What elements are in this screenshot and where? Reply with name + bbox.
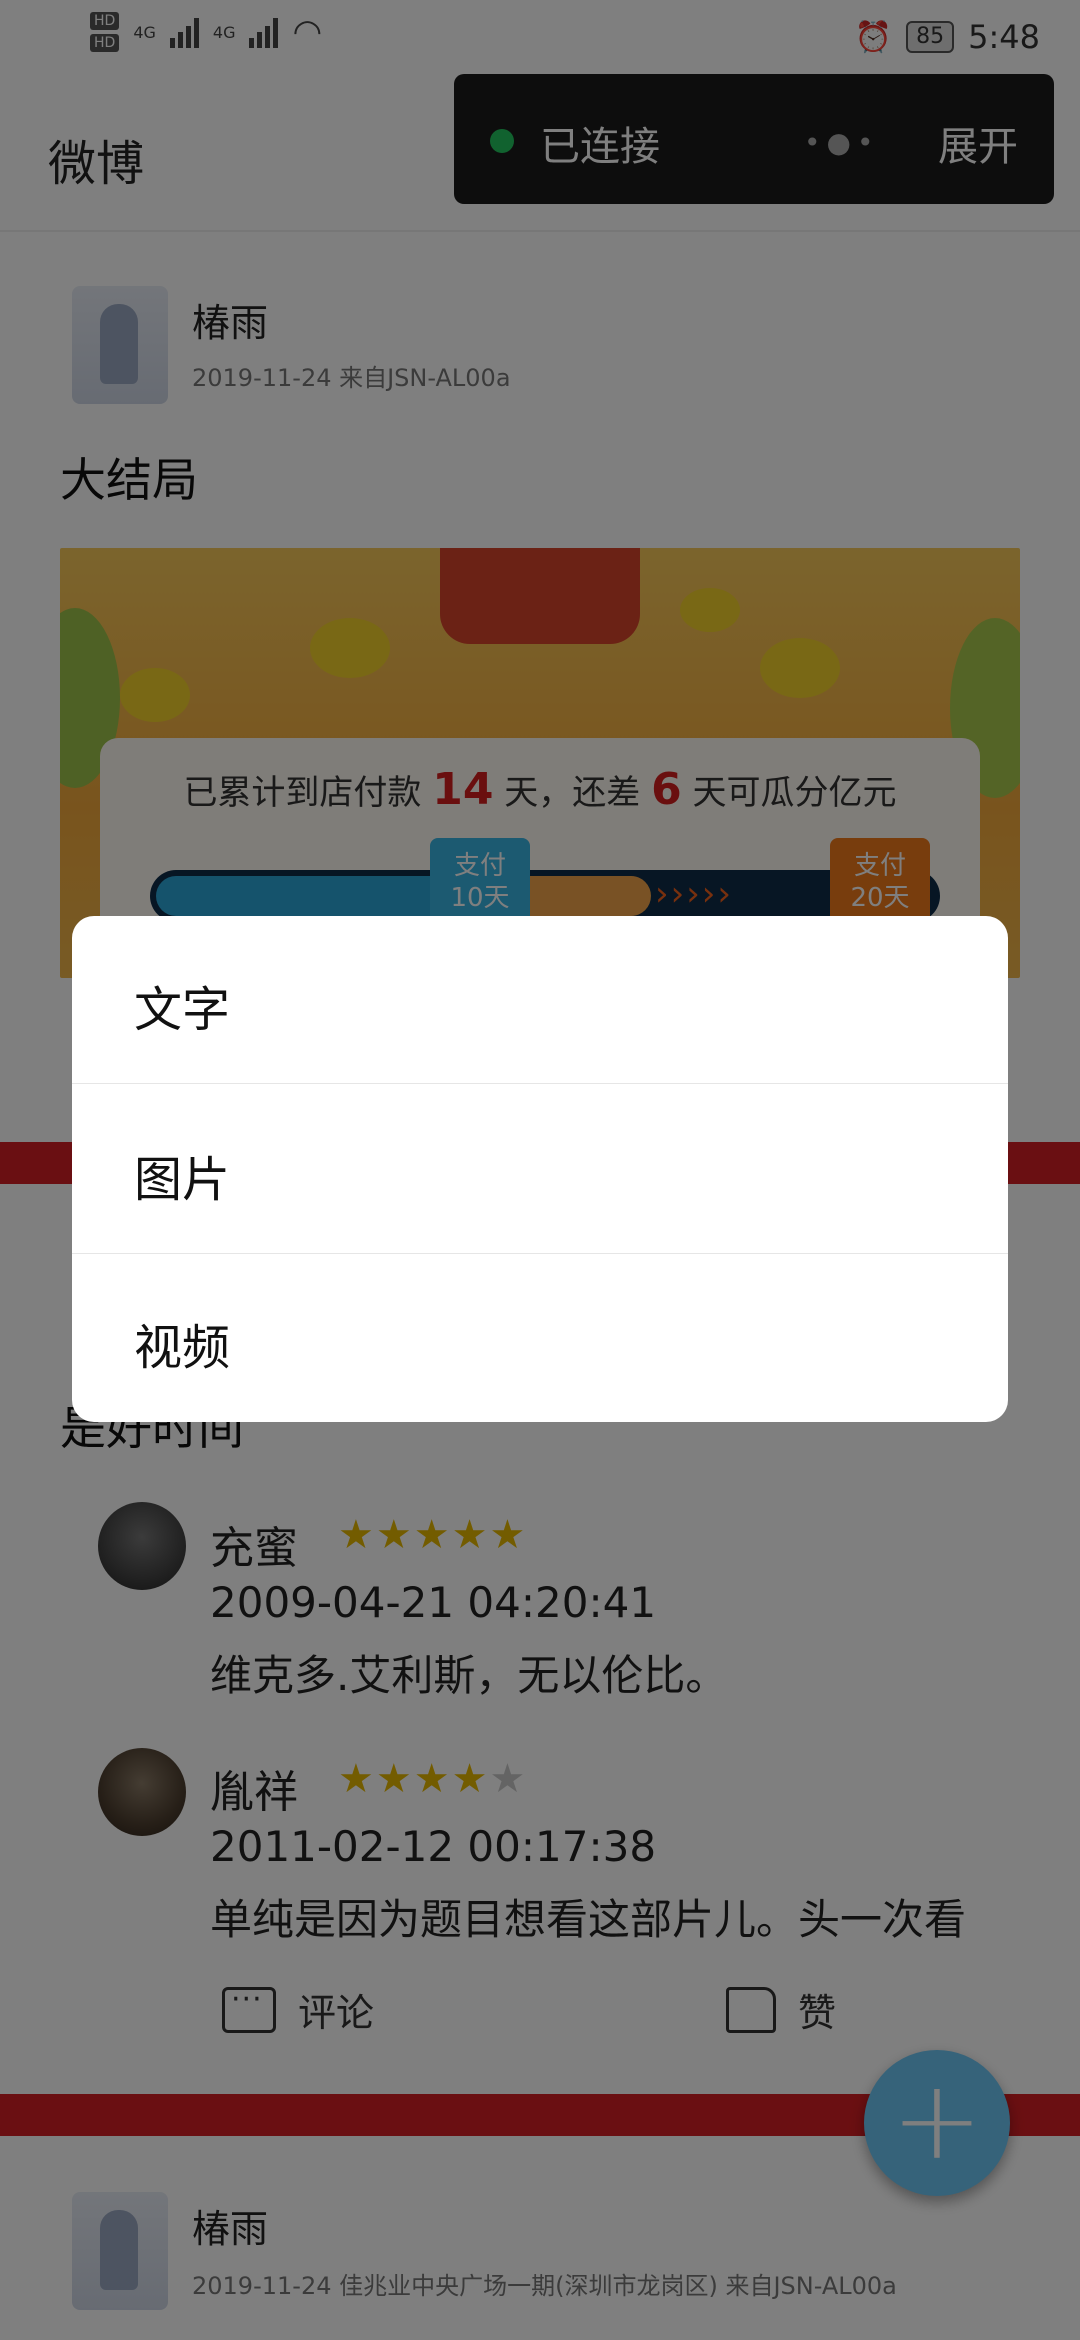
post-type-dialog: 文字 图片 视频	[72, 916, 1008, 1422]
option-label: 视频	[134, 1320, 231, 1376]
option-image[interactable]: 图片	[72, 1086, 1008, 1254]
option-video[interactable]: 视频	[72, 1254, 1008, 1422]
option-label: 图片	[134, 1152, 231, 1208]
option-label: 文字	[134, 982, 231, 1038]
option-text[interactable]: 文字	[72, 916, 1008, 1084]
